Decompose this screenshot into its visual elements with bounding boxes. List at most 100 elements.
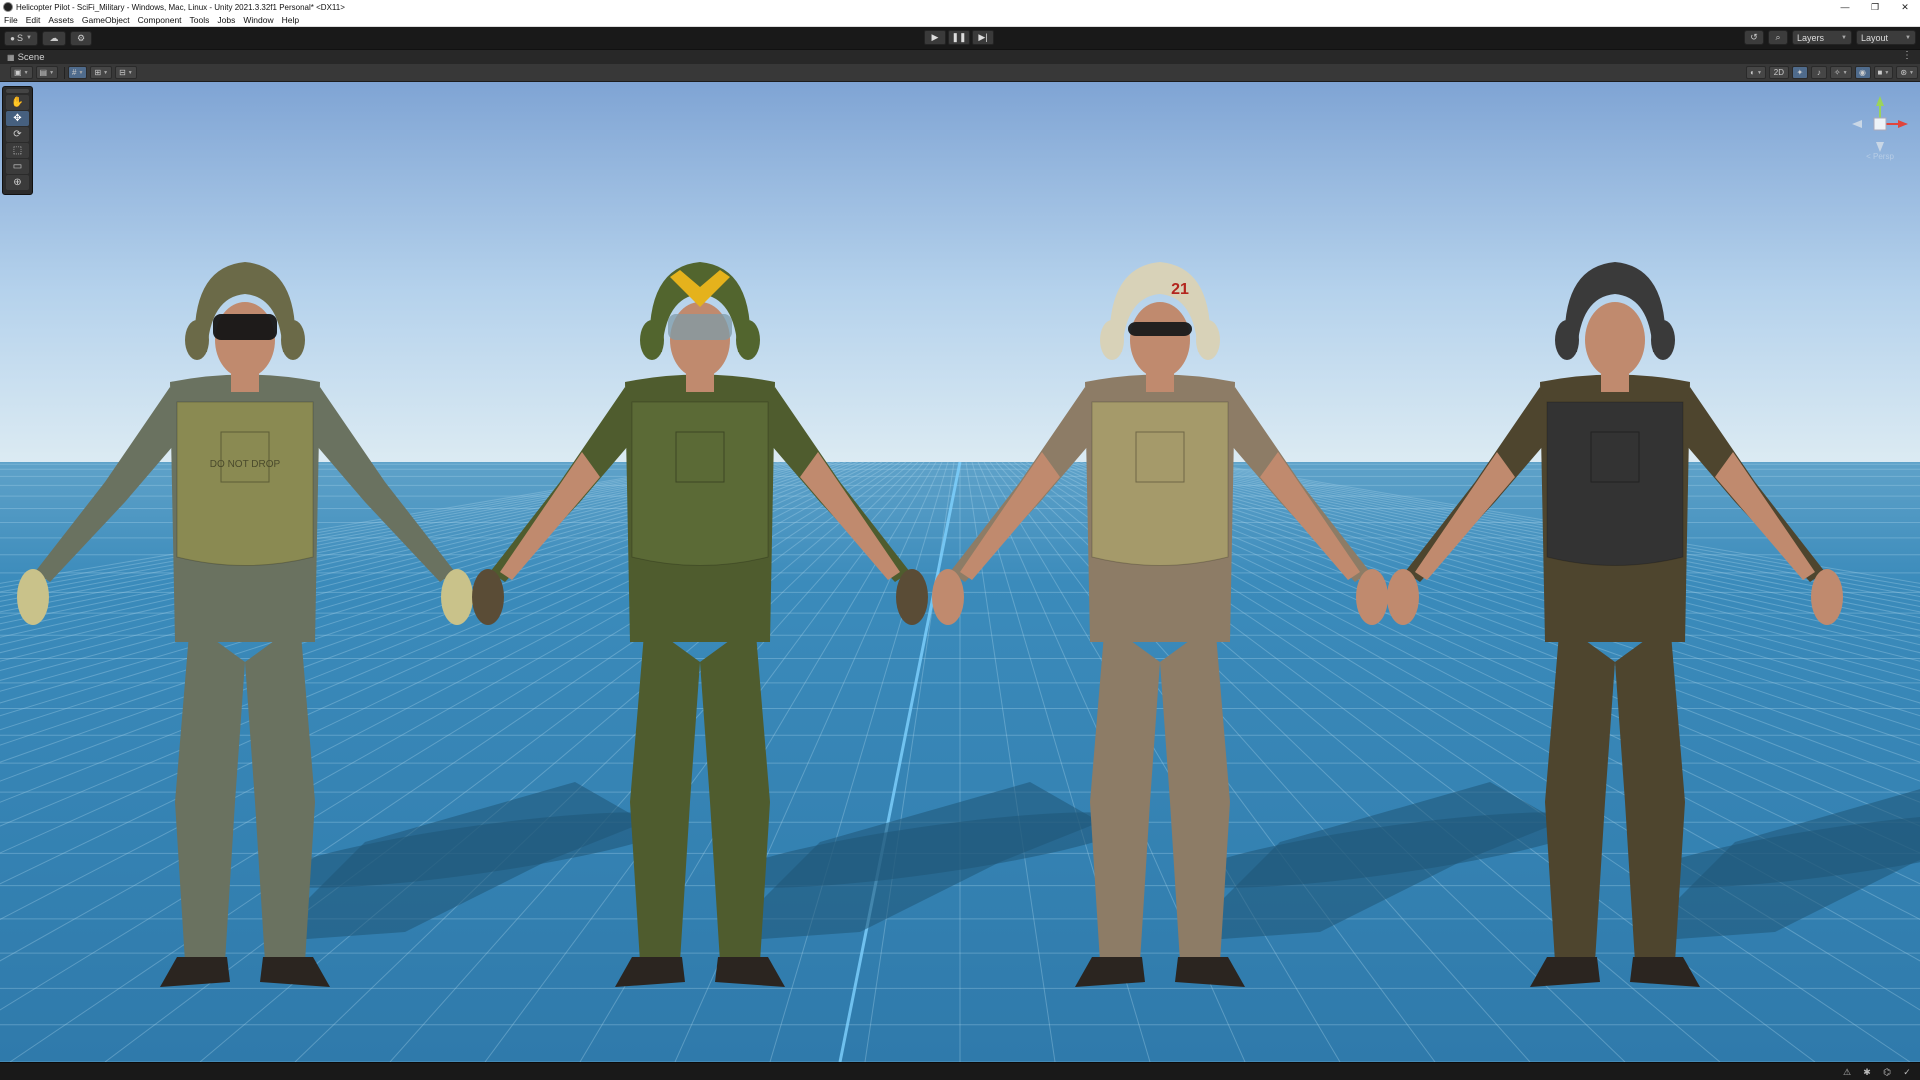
layout-dropdown[interactable]: Layout ▼ <box>1856 30 1916 45</box>
minimize-button[interactable]: — <box>1830 0 1860 14</box>
bug-icon[interactable]: ✱ <box>1860 1066 1874 1078</box>
grid-toggle[interactable]: # ▼ <box>68 66 88 79</box>
ear-cup-left <box>640 320 664 360</box>
audio-icon: ♪ <box>1816 68 1821 77</box>
chevron-down-icon: ▼ <box>1884 69 1890 76</box>
right-hand <box>896 569 928 625</box>
vest <box>1546 401 1684 566</box>
rotate-icon: ⟳ <box>13 129 22 140</box>
rect-tool-button[interactable]: ▭ <box>6 159 29 174</box>
menu-tools[interactable]: Tools <box>186 15 214 25</box>
shading-dropdown[interactable]: ◐ ▼ <box>1746 66 1766 79</box>
palette-grip[interactable] <box>6 89 29 93</box>
check-icon[interactable]: ✓ <box>1900 1066 1914 1078</box>
menu-help[interactable]: Help <box>278 15 303 25</box>
ear-cup-right <box>281 320 305 360</box>
face <box>1130 302 1190 378</box>
ear-cup-left <box>185 320 209 360</box>
search-button[interactable]: ⌕ <box>1768 30 1788 45</box>
debug-icon[interactable]: ⚠ <box>1840 1066 1854 1078</box>
vest-pocket <box>675 431 725 483</box>
grid-icon: # <box>72 68 77 77</box>
camera-dropdown[interactable]: ■ ▼ <box>1873 66 1894 79</box>
ear-cup-right <box>1651 320 1675 360</box>
rotate-tool-button[interactable]: ⟳ <box>6 127 29 142</box>
left-hand <box>932 569 964 625</box>
vest <box>176 401 314 566</box>
chevron-down-icon: ▼ <box>127 69 133 76</box>
transform-icon: ⊕ <box>13 177 22 188</box>
close-button[interactable]: ✕ <box>1890 0 1920 14</box>
more-options-icon[interactable]: ⋮ <box>1902 50 1912 61</box>
move-tool-button[interactable]: ✥ <box>6 111 29 126</box>
layout-label: Layout <box>1861 32 1889 43</box>
step-button[interactable]: ▶| <box>972 30 994 45</box>
menu-gameobject[interactable]: GameObject <box>78 15 134 25</box>
chevron-down-icon: ▼ <box>1841 34 1847 41</box>
face <box>1585 302 1645 378</box>
restore-button[interactable]: ❐ <box>1860 0 1890 14</box>
render-mode-icon: ▤ <box>39 68 48 77</box>
chevron-down-icon: ▼ <box>49 69 55 76</box>
separator <box>64 66 66 79</box>
scale-icon: ⬚ <box>12 145 23 156</box>
scene-tab-bar: ▦ Scene ⋮ <box>0 49 1920 64</box>
render-mode-dropdown[interactable]: ▤ ▼ <box>35 66 59 79</box>
status-bar: ⚠ ✱ ⌬ ✓ <box>0 1062 1920 1080</box>
gizmos-dropdown[interactable]: ⊛ ▼ <box>1896 66 1918 79</box>
chevron-down-icon: ▼ <box>1756 69 1762 76</box>
pause-button[interactable]: ❚❚ <box>948 30 970 45</box>
tool-palette: ✋ ✥ ⟳ ⬚ ▭ ⊕ <box>2 86 33 195</box>
account-icon: ● <box>10 33 15 43</box>
menu-component[interactable]: Component <box>134 15 186 25</box>
ear-cup-right <box>1196 320 1220 360</box>
menu-file[interactable]: File <box>0 15 22 25</box>
play-icon: ▶ <box>931 32 939 42</box>
cloud-button[interactable]: ☁ <box>42 30 66 46</box>
collab-button[interactable]: ⚙ <box>70 30 92 46</box>
orientation-gizmo[interactable]: < Persp <box>1850 94 1910 164</box>
account-dropdown[interactable]: ● S ▼ <box>4 30 38 46</box>
menu-window[interactable]: Window <box>239 15 277 25</box>
rect-icon: ▭ <box>12 161 23 172</box>
gizmos-icon: ⊛ <box>1900 68 1908 77</box>
chevron-down-icon: ▼ <box>1909 69 1914 76</box>
network-icon[interactable]: ⌬ <box>1880 1066 1894 1078</box>
scale-tool-button[interactable]: ⬚ <box>6 143 29 158</box>
toggle-2d-button[interactable]: 2D <box>1768 66 1789 79</box>
vest-pocket <box>1590 431 1640 483</box>
left-hand <box>1387 569 1419 625</box>
menu-edit[interactable]: Edit <box>22 15 45 25</box>
effects-dropdown[interactable]: ✧ ▼ <box>1829 66 1852 79</box>
menu-bar: File Edit Assets GameObject Component To… <box>0 14 1920 27</box>
toggle-2d-label: 2D <box>1773 68 1784 77</box>
audio-toggle[interactable]: ♪ <box>1810 66 1827 79</box>
cloud-icon: ☁ <box>49 32 59 43</box>
search-icon: ⌕ <box>1775 32 1781 42</box>
hand-icon: ✋ <box>11 97 24 108</box>
visor <box>213 314 277 340</box>
toolbar-right: ↺ ⌕ Layers ▼ Layout ▼ <box>1740 30 1916 45</box>
lighting-toggle[interactable]: ✦ <box>1791 66 1808 79</box>
eye-icon: ◉ <box>1859 68 1867 77</box>
right-hand <box>1356 569 1388 625</box>
hand-tool-button[interactable]: ✋ <box>6 95 29 110</box>
scene-viewport[interactable]: DO NOT DROP 21 <box>0 82 1920 1062</box>
layers-label: Layers <box>1797 32 1825 43</box>
right-hand <box>1811 569 1843 625</box>
draw-mode-dropdown[interactable]: ▣ ▼ <box>10 66 33 79</box>
shading-icon: ◐ <box>1750 68 1755 77</box>
undo-history-button[interactable]: ↺ <box>1744 30 1764 45</box>
chevron-down-icon: ▼ <box>1905 34 1911 41</box>
hidden-objects-toggle[interactable]: ◉ <box>1854 66 1871 79</box>
play-button[interactable]: ▶ <box>924 30 946 45</box>
vest <box>1091 401 1229 566</box>
tab-scene[interactable]: ▦ Scene <box>0 52 45 63</box>
layers-dropdown[interactable]: Layers ▼ <box>1792 30 1852 45</box>
snap-toggle[interactable]: ⊞ ▼ <box>90 66 113 79</box>
increment-snap-toggle[interactable]: ⊟ ▼ <box>115 66 137 79</box>
menu-assets[interactable]: Assets <box>44 15 78 25</box>
menu-jobs[interactable]: Jobs <box>213 15 239 25</box>
persp-label[interactable]: < Persp <box>1850 152 1910 161</box>
transform-tool-button[interactable]: ⊕ <box>6 175 29 190</box>
